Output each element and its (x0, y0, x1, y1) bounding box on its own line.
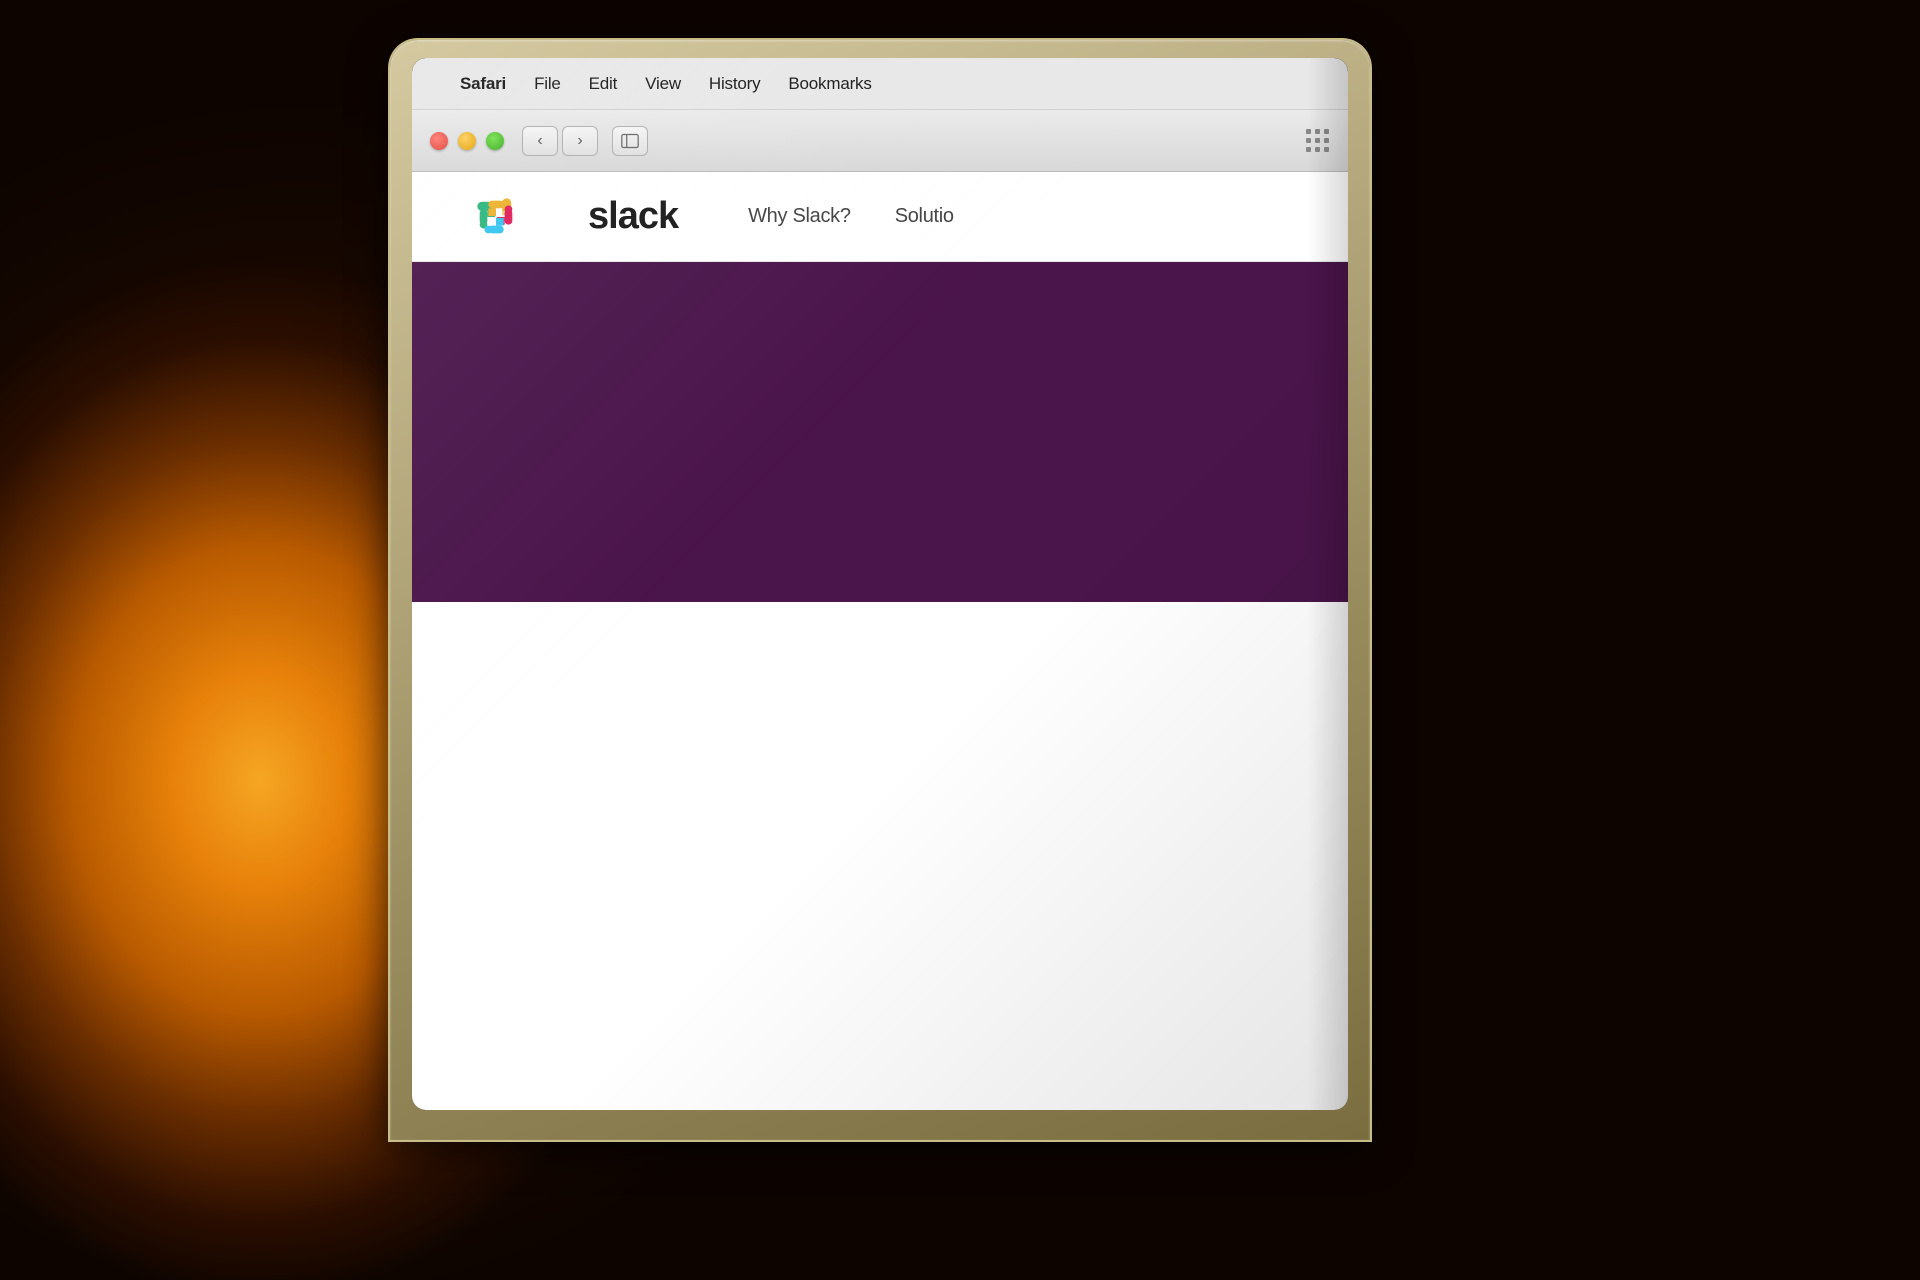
screen-bezel: Safari File Edit View History Bookmarks … (412, 58, 1348, 1110)
forward-button[interactable]: › (562, 126, 598, 156)
menubar-edit[interactable]: Edit (589, 74, 618, 94)
menubar-bookmarks[interactable]: Bookmarks (788, 74, 871, 94)
slack-nav-why-slack[interactable]: Why Slack? (748, 205, 851, 228)
minimize-button[interactable] (458, 132, 476, 150)
menubar-safari[interactable]: Safari (460, 74, 506, 94)
menubar-history[interactable]: History (709, 74, 761, 94)
traffic-lights (430, 132, 504, 150)
laptop-frame: Safari File Edit View History Bookmarks … (390, 40, 1370, 1140)
back-button[interactable]: ‹ (522, 126, 558, 156)
slack-hero-section (412, 262, 1348, 602)
slack-logo-text: slack (588, 195, 678, 238)
slack-logo[interactable]: slack (472, 193, 678, 241)
nav-buttons: ‹ › (522, 126, 598, 156)
close-button[interactable] (430, 132, 448, 150)
slack-nav-solutions[interactable]: Solutio (895, 205, 954, 228)
slack-nav-items: Why Slack? Solutio (748, 205, 954, 228)
sidebar-toggle-button[interactable] (612, 126, 648, 156)
back-arrow-icon: ‹ (537, 132, 542, 150)
menubar-view[interactable]: View (645, 74, 681, 94)
slack-navbar: slack Why Slack? Solutio (412, 172, 1348, 262)
safari-toolbar: ‹ › (412, 110, 1348, 172)
webpage-content: slack Why Slack? Solutio (412, 172, 1348, 1110)
maximize-button[interactable] (486, 132, 504, 150)
menubar-file[interactable]: File (534, 74, 561, 94)
right-edge-fade (1308, 58, 1348, 1110)
forward-arrow-icon: › (577, 132, 582, 150)
menubar: Safari File Edit View History Bookmarks (412, 58, 1348, 110)
slack-icon (472, 193, 520, 241)
sidebar-icon (621, 133, 639, 149)
